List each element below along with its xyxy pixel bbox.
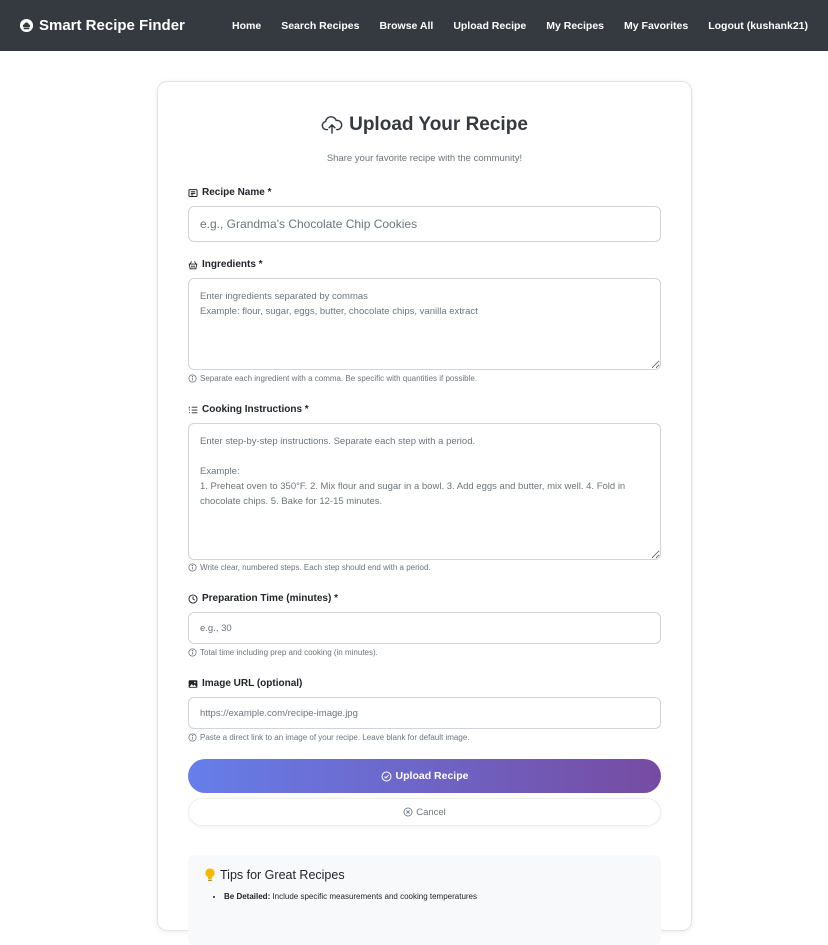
image-icon	[188, 679, 198, 689]
image-url-help-text: Paste a direct link to an image of your …	[200, 733, 470, 742]
image-url-label-text: Image URL (optional)	[202, 678, 303, 689]
prep-time-label: Preparation Time (minutes) *	[188, 593, 338, 604]
lightbulb-icon	[204, 868, 216, 882]
prep-time-help-text: Total time including prep and cooking (i…	[200, 648, 378, 657]
upload-recipe-button-label: Upload Recipe	[395, 770, 469, 782]
recipe-name-label: Recipe Name *	[188, 187, 271, 198]
clock-icon	[188, 593, 198, 604]
info-icon	[188, 563, 197, 572]
tips-title: Tips for Great Recipes	[220, 868, 345, 882]
recipe-name-label-text: Recipe Name *	[202, 187, 272, 198]
nav-my-favorites[interactable]: My Favorites	[624, 20, 688, 32]
info-icon	[188, 374, 197, 383]
page-subtitle: Share your favorite recipe with the comm…	[326, 153, 523, 164]
info-icon	[188, 733, 197, 742]
tip-item-strong: Be Detailed:	[224, 892, 271, 901]
nav-browse-all[interactable]: Browse All	[379, 20, 433, 32]
nav-upload-recipe[interactable]: Upload Recipe	[453, 20, 526, 32]
nav-search-recipes[interactable]: Search Recipes	[281, 20, 359, 32]
check-circle-icon	[381, 771, 392, 782]
image-url-help: Paste a direct link to an image of your …	[188, 733, 469, 742]
navbar: Smart Recipe Finder Home Search Recipes …	[0, 0, 828, 51]
upload-form-card: Upload Your Recipe Share your favorite r…	[157, 81, 692, 945]
ingredients-help-text: Separate each ingredient with a comma. B…	[200, 374, 478, 383]
chef-hat-icon	[19, 18, 34, 33]
tips-box: Tips for Great Recipes Be Detailed: Incl…	[188, 855, 661, 945]
tips-list: Be Detailed: Include specific measuremen…	[204, 892, 645, 901]
info-icon	[188, 648, 197, 657]
brand-title: Smart Recipe Finder	[39, 17, 185, 34]
tip-item: Be Detailed: Include specific measuremen…	[224, 892, 645, 901]
ingredients-help: Separate each ingredient with a comma. B…	[188, 374, 477, 383]
cancel-button-label: Cancel	[416, 806, 446, 818]
recipe-name-input[interactable]	[188, 206, 661, 242]
ingredients-textarea[interactable]	[188, 278, 661, 370]
brand-link[interactable]: Smart Recipe Finder	[19, 17, 185, 34]
nav-my-recipes[interactable]: My Recipes	[546, 20, 604, 32]
image-url-input[interactable]	[188, 697, 661, 729]
prep-time-help: Total time including prep and cooking (i…	[188, 648, 378, 657]
instructions-help-text: Write clear, numbered steps. Each step s…	[200, 563, 431, 572]
prep-time-input[interactable]	[188, 612, 661, 644]
instructions-label-text: Cooking Instructions *	[202, 404, 309, 415]
instructions-help: Write clear, numbered steps. Each step s…	[188, 563, 431, 572]
nav-logout[interactable]: Logout (kushank21)	[708, 20, 808, 32]
ingredients-label: Ingredients *	[188, 259, 263, 270]
prep-time-label-text: Preparation Time (minutes) *	[202, 593, 338, 604]
page-title: Upload Your Recipe	[349, 114, 528, 135]
cancel-button[interactable]: Cancel	[188, 798, 661, 826]
nav-home[interactable]: Home	[232, 20, 261, 32]
tip-item-text: Include specific measurements and cookin…	[270, 892, 478, 901]
basket-icon	[188, 260, 198, 270]
instructions-label: Cooking Instructions *	[188, 404, 309, 415]
page-title-row: Upload Your Recipe	[188, 114, 661, 136]
cloud-upload-icon	[321, 115, 343, 135]
image-url-label: Image URL (optional)	[188, 678, 302, 689]
x-circle-icon	[403, 807, 413, 817]
card-text-icon	[188, 188, 198, 198]
upload-recipe-button[interactable]: Upload Recipe	[188, 759, 661, 793]
ingredients-label-text: Ingredients *	[202, 259, 263, 270]
tips-title-row: Tips for Great Recipes	[204, 868, 645, 882]
nav-links: Home Search Recipes Browse All Upload Re…	[232, 20, 808, 32]
instructions-textarea[interactable]	[188, 423, 661, 560]
list-ordered-icon	[188, 405, 198, 415]
